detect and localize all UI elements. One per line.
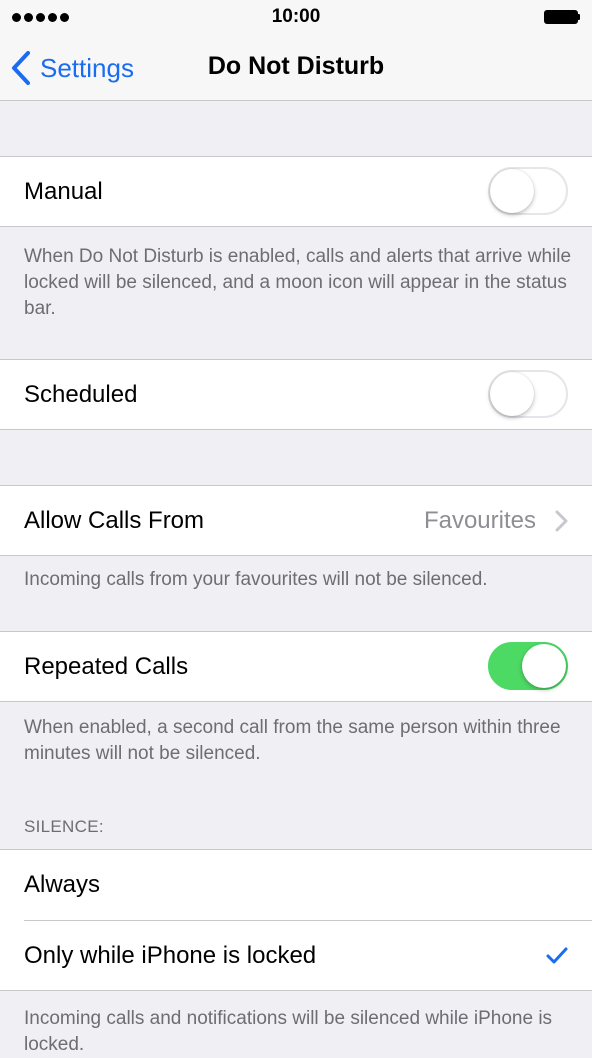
silence-header: SILENCE: (24, 817, 104, 836)
manual-footer: When Do Not Disturb is enabled, calls an… (24, 246, 572, 319)
repeated-calls-footer: When enabled, a second call from the sam… (24, 717, 561, 764)
manual-label: Manual (24, 177, 103, 205)
scheduled-label: Scheduled (24, 380, 138, 408)
repeated-calls-toggle[interactable] (488, 642, 568, 690)
page-title: Do Not Disturb (207, 52, 385, 80)
silence-option-locked[interactable]: Only while iPhone is locked (0, 921, 592, 991)
manual-toggle[interactable] (488, 167, 568, 215)
allow-calls-from-value: Favourites (424, 486, 568, 555)
toggle-knob (490, 169, 534, 213)
toggle-knob (522, 644, 566, 688)
status-bar: 10:00 (0, 0, 592, 34)
silence-option-label: Always (24, 871, 101, 898)
chevron-right-icon (555, 510, 568, 531)
battery-icon (544, 10, 580, 24)
allow-calls-footer: Incoming calls from your favourites will… (24, 569, 488, 590)
allow-calls-from-detail: Favourites (423, 506, 536, 534)
manual-row: Manual (0, 156, 592, 227)
repeated-calls-row: Repeated Calls (0, 631, 592, 702)
allow-calls-from-label: Allow Calls From (24, 506, 205, 534)
allow-calls-from-row[interactable]: Allow Calls From Favourites (0, 485, 592, 556)
navigation-bar: Settings Do Not Disturb (0, 34, 592, 101)
silence-footer: Incoming calls and notifications will be… (24, 1008, 553, 1055)
silence-options-group: Always Only while iPhone is locked (0, 849, 592, 991)
scheduled-row: Scheduled (0, 359, 592, 430)
silence-option-always[interactable]: Always (0, 850, 592, 920)
status-time: 10:00 (271, 6, 321, 27)
silence-option-label: Only while iPhone is locked (24, 942, 317, 969)
toggle-knob (490, 372, 534, 416)
scheduled-toggle[interactable] (488, 370, 568, 418)
checkmark-icon (546, 947, 568, 964)
repeated-calls-label: Repeated Calls (24, 652, 189, 680)
